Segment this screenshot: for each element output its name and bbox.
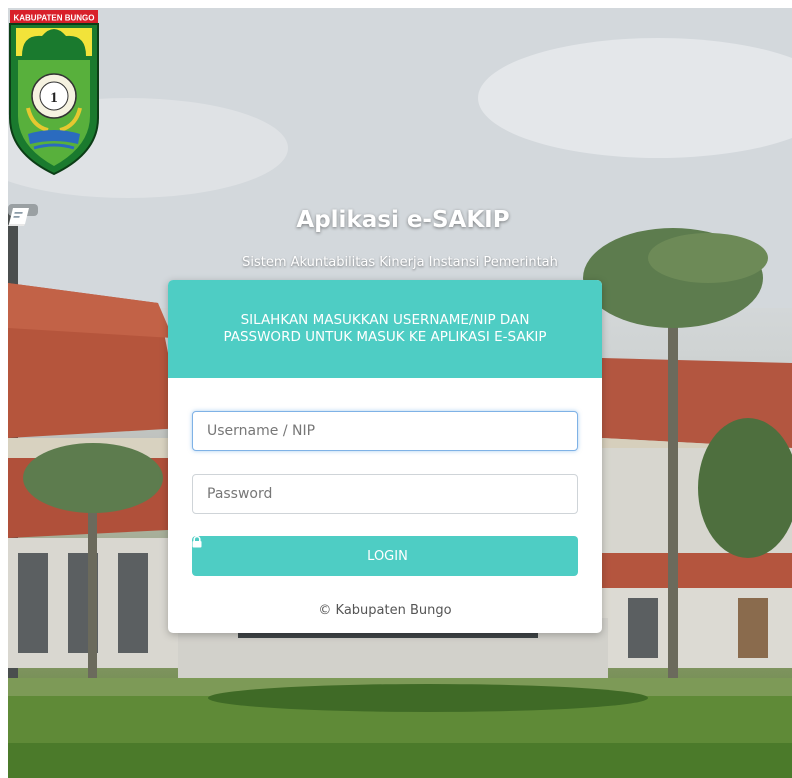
copyright-footer: © Kabupaten Bungo <box>318 603 452 618</box>
app-subtitle: Sistem Akuntabilitas Kinerja Instansi Pe… <box>242 255 558 270</box>
svg-text:1: 1 <box>50 90 58 106</box>
login-card-header: SILAHKAN MASUKKAN USERNAME/NIP DAN PASSW… <box>168 280 602 378</box>
app-title: Aplikasi e-SAKIP <box>8 207 792 233</box>
login-button[interactable]: LOGIN <box>192 536 578 576</box>
login-card: SILAHKAN MASUKKAN USERNAME/NIP DAN PASSW… <box>168 280 602 633</box>
app-title-text: Aplikasi e-SAKIP <box>296 207 510 233</box>
kabupaten-bungo-emblem: KABUPATEN BUNGO 1 <box>9 10 99 176</box>
login-instruction-line-2: PASSWORD UNTUK MASUK KE APLIKASI E-SAKIP <box>223 329 547 345</box>
background-photo: KABUPATEN BUNGO 1 Aplikasi e-SAKIP Siste… <box>8 8 792 778</box>
login-button-label: LOGIN <box>367 548 408 564</box>
username-input[interactable] <box>192 411 578 451</box>
login-instruction-line-1: SILAHKAN MASUKKAN USERNAME/NIP DAN <box>240 312 530 328</box>
password-input[interactable] <box>192 474 578 514</box>
emblem-banner-text: KABUPATEN BUNGO <box>13 14 94 23</box>
